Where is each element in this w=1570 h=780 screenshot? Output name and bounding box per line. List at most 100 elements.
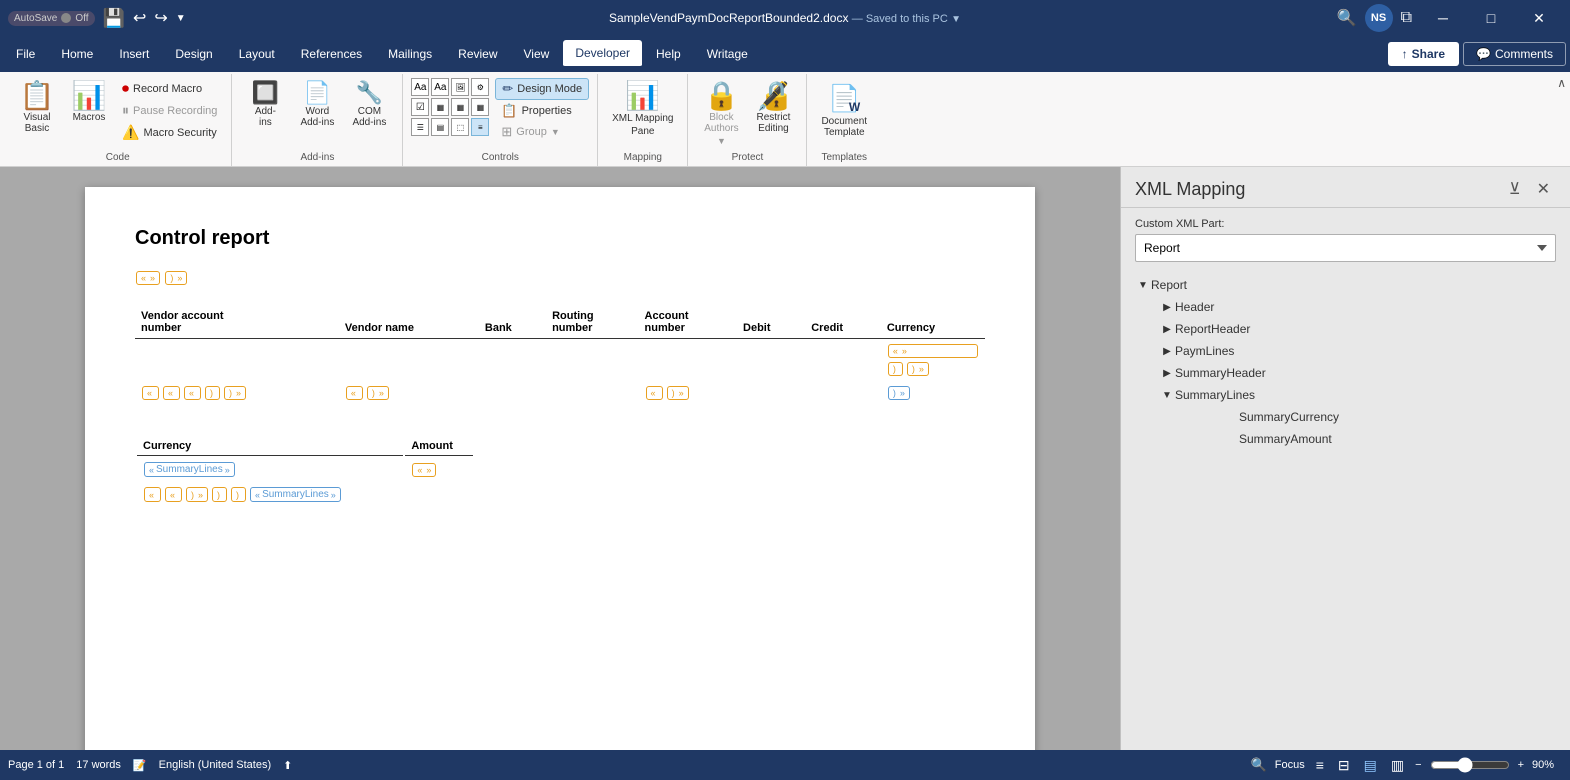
summaryheader-expand-icon[interactable] [1159, 365, 1175, 381]
s-cc-1[interactable]: « [144, 487, 161, 502]
com-add-ins-button[interactable]: 🔧 COMAdd-ins [344, 78, 394, 132]
design-mode-button[interactable]: ✏ Design Mode [495, 78, 589, 100]
report-expand-icon[interactable] [1135, 277, 1151, 293]
paymlines-expand-icon[interactable] [1159, 343, 1175, 359]
menu-layout[interactable]: Layout [227, 41, 287, 67]
add-ins-button[interactable]: 🔲 Add-ins [240, 78, 290, 132]
search-icon[interactable]: 🔍 [1337, 8, 1357, 28]
control-btn-11[interactable]: ⬚ [451, 118, 469, 136]
menu-developer[interactable]: Developer [563, 40, 642, 68]
vname-cc-2[interactable]: ) » [367, 386, 389, 400]
control-btn-10[interactable]: ▤ [431, 118, 449, 136]
maximize-button[interactable]: □ [1468, 0, 1514, 36]
currency-cc-1[interactable]: « » [888, 344, 978, 358]
summary-lines-cc-2[interactable]: « SummaryLines » [250, 487, 341, 502]
redo-icon[interactable]: ↪ [154, 8, 167, 28]
menu-mailings[interactable]: Mailings [376, 41, 444, 67]
control-btn-2[interactable]: Aa [431, 78, 449, 96]
control-btn-3[interactable]: 🖼 [451, 78, 469, 96]
focus-icon[interactable]: 🔍 [1251, 757, 1267, 773]
xml-mapping-pane-button[interactable]: 📊 XML MappingPane [606, 78, 679, 142]
currency-blue-cc[interactable]: ) » [888, 386, 910, 400]
zoom-decrease-btn[interactable]: − [1415, 759, 1421, 771]
autosave-toggle[interactable]: AutoSave Off [8, 11, 95, 26]
xml-node-paymlines[interactable]: PaymLines [1159, 340, 1556, 362]
quick-access-dropdown[interactable]: ▼ [176, 13, 186, 24]
xml-node-summarylines[interactable]: SummaryLines [1159, 384, 1556, 406]
menu-help[interactable]: Help [644, 41, 693, 67]
control-btn-7[interactable]: ▦ [451, 98, 469, 116]
zoom-percent[interactable]: 90% [1532, 759, 1562, 771]
summary-amount-cc[interactable]: « » [412, 463, 436, 477]
save-location[interactable]: Saved to this PC [866, 13, 948, 25]
record-macro-button[interactable]: ⏺ Record Macro [116, 78, 223, 99]
restore-icon[interactable]: ⧉ [1401, 9, 1412, 27]
header-control-2[interactable]: ) » [165, 271, 187, 285]
summarylines-expand-icon[interactable] [1159, 387, 1175, 403]
save-dropdown-icon[interactable]: ▼ [951, 14, 961, 25]
summary-lines-cc-1[interactable]: « SummaryLines » [144, 462, 235, 477]
control-btn-5[interactable]: ☑ [411, 98, 429, 116]
vendor-cc-2[interactable]: « [163, 386, 180, 400]
s-cc-3[interactable]: ) » [186, 487, 208, 502]
header-control-1[interactable]: « » [136, 271, 160, 285]
xml-node-summaryamount[interactable]: SummaryAmount [1223, 428, 1556, 450]
pause-recording-button[interactable]: ⏸ Pause Recording [116, 100, 223, 121]
document-template-button[interactable]: 📄 W DocumentTemplate [815, 78, 873, 142]
save-icon[interactable]: 💾 [103, 8, 125, 29]
menu-references[interactable]: References [289, 41, 374, 67]
avatar[interactable]: NS [1365, 4, 1393, 32]
vendor-cc-3[interactable]: « [184, 386, 201, 400]
menu-review[interactable]: Review [446, 41, 509, 67]
reportheader-expand-icon[interactable] [1159, 321, 1175, 337]
zoom-increase-btn[interactable]: + [1518, 759, 1524, 771]
upload-icon[interactable]: ⬆ [283, 759, 292, 772]
zoom-slider[interactable] [1430, 757, 1510, 773]
layout-print-icon[interactable]: ≡ [1313, 757, 1327, 773]
layout-read-icon[interactable]: ▤ [1361, 757, 1380, 774]
vendor-cc-5[interactable]: ) » [224, 386, 246, 400]
vendor-cc-1[interactable]: « [142, 386, 159, 400]
control-btn-6[interactable]: ▦ [431, 98, 449, 116]
vendor-cc-4[interactable]: ) [205, 386, 220, 400]
xml-node-reportheader[interactable]: ReportHeader [1159, 318, 1556, 340]
language[interactable]: English (United States) [159, 759, 272, 771]
ribbon-collapse-icon[interactable]: ∧ [1557, 76, 1566, 90]
layout-web-icon[interactable]: ⊟ [1335, 757, 1353, 774]
xml-panel-detach-button[interactable]: ⊻ [1503, 177, 1527, 201]
word-add-ins-button[interactable]: 📄 WordAdd-ins [292, 78, 342, 132]
block-authors-button[interactable]: 🔒 BlockAuthors ▼ [696, 78, 746, 150]
proofing-icon[interactable]: 📝 [133, 759, 147, 772]
close-button[interactable]: ✕ [1516, 0, 1562, 36]
xml-part-dropdown[interactable]: Report [1135, 234, 1556, 262]
menu-view[interactable]: View [512, 41, 562, 67]
acc-cc-1[interactable]: « [646, 386, 663, 400]
minimize-button[interactable]: ─ [1420, 0, 1466, 36]
undo-icon[interactable]: ↩ [133, 8, 146, 28]
xml-node-report[interactable]: Report [1135, 274, 1556, 296]
macro-security-button[interactable]: ⚠️ Macro Security [116, 122, 223, 143]
header-expand-icon[interactable] [1159, 299, 1175, 315]
control-btn-12[interactable]: ≡ [471, 118, 489, 136]
properties-button[interactable]: 📋 Properties [495, 101, 589, 121]
control-btn-4[interactable]: ⚙ [471, 78, 489, 96]
s-cc-2[interactable]: « [165, 487, 182, 502]
currency-cc-3[interactable]: ) » [907, 362, 929, 376]
s-cc-4[interactable]: ) [212, 487, 227, 502]
xml-panel-close-button[interactable]: ✕ [1531, 177, 1556, 201]
macros-button[interactable]: 📊 Macros [64, 78, 114, 127]
vname-cc-1[interactable]: « [346, 386, 363, 400]
menu-design[interactable]: Design [163, 41, 224, 67]
menu-insert[interactable]: Insert [107, 41, 161, 67]
menu-file[interactable]: File [4, 41, 47, 67]
acc-cc-2[interactable]: ) » [667, 386, 689, 400]
restrict-editing-button[interactable]: 🔏 RestrictEditing [748, 78, 798, 138]
xml-node-header[interactable]: Header [1159, 296, 1556, 318]
document-area[interactable]: Control report « » ) » [0, 167, 1120, 750]
s-cc-5[interactable]: ) [231, 487, 246, 502]
comments-button[interactable]: 💬 Comments [1463, 42, 1566, 66]
menu-writage[interactable]: Writage [695, 41, 760, 67]
xml-node-summaryheader[interactable]: SummaryHeader [1159, 362, 1556, 384]
layout-outline-icon[interactable]: ▥ [1388, 757, 1407, 774]
currency-cc-2[interactable]: ) [888, 362, 903, 376]
